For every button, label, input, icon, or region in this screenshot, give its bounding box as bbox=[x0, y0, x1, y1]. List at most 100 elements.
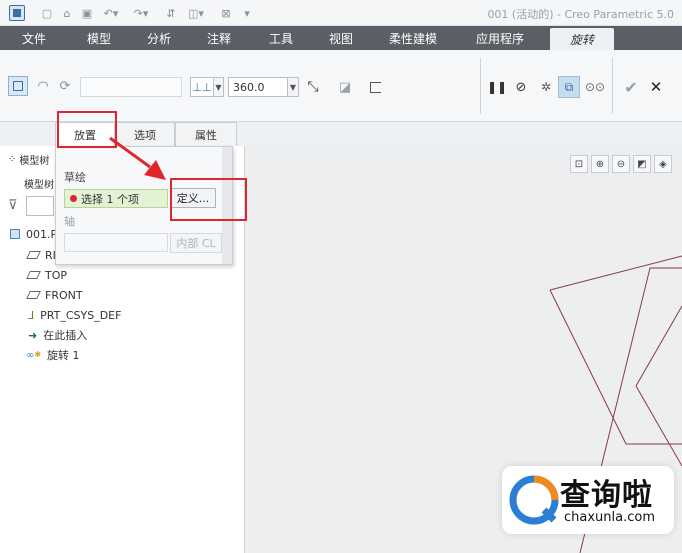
zoom-out-icon[interactable]: ⊖ bbox=[612, 155, 630, 173]
zoom-in-icon[interactable]: ⊕ bbox=[591, 155, 609, 173]
customize-toolbar-icon[interactable]: ▾ bbox=[240, 4, 254, 22]
no-preview-button[interactable]: ⊘ bbox=[512, 77, 530, 97]
separator bbox=[612, 58, 613, 114]
display-style-icon[interactable]: ◈ bbox=[654, 155, 672, 173]
tree-item-label: TOP bbox=[45, 268, 68, 282]
glasses-button[interactable]: ⊙⊙ bbox=[584, 77, 606, 97]
tab-revolve[interactable]: 旋转 bbox=[550, 28, 614, 50]
watermark-logo-icon bbox=[509, 475, 559, 525]
axis-rotate-icon: ⟳ bbox=[59, 78, 71, 94]
sketch-line bbox=[635, 305, 682, 467]
angle-input[interactable]: 360.0 bbox=[228, 77, 288, 97]
tree-item-csys[interactable]: ⅃ PRT_CSYS_DEF bbox=[28, 307, 121, 323]
tab-applications[interactable]: 应用程序 bbox=[456, 26, 544, 50]
angle-type-button[interactable]: ⊥⊥ bbox=[190, 77, 214, 97]
flip-direction-icon: ⤡ bbox=[307, 79, 319, 95]
tab-analysis[interactable]: 分析 bbox=[130, 26, 188, 50]
revolve-feature-icon: ∞✱ bbox=[26, 349, 42, 361]
regenerate-icon[interactable]: ⇵ bbox=[162, 4, 180, 22]
tab-properties[interactable]: 属性 bbox=[175, 122, 237, 146]
tab-model[interactable]: 模型 bbox=[68, 26, 130, 50]
required-dot-icon bbox=[70, 195, 77, 202]
separator bbox=[480, 58, 481, 114]
checkmark-icon: ✔ bbox=[624, 77, 638, 97]
glasses-icon: ⊙⊙ bbox=[584, 80, 606, 94]
watermark: 查询啦 chaxunla.com bbox=[502, 466, 674, 534]
no-preview-icon: ⊘ bbox=[515, 79, 527, 95]
solid-button[interactable] bbox=[8, 76, 28, 96]
datum-plane-icon bbox=[26, 271, 41, 279]
tree-item-front[interactable]: FRONT bbox=[26, 287, 83, 303]
axis-toggle-button[interactable]: ⟳ bbox=[56, 76, 74, 96]
tree-item-label: FRONT bbox=[45, 288, 83, 302]
axis-collector[interactable] bbox=[64, 233, 168, 252]
windows-icon[interactable]: ◫▾ bbox=[184, 4, 208, 22]
save-icon[interactable]: ▣ bbox=[78, 4, 96, 22]
pause-icon: ❚❚ bbox=[486, 80, 508, 94]
close-window-icon[interactable]: ⊠ bbox=[218, 4, 234, 22]
tab-flexible-modeling[interactable]: 柔性建模 bbox=[370, 26, 456, 50]
chevron-down-icon: ▼ bbox=[215, 82, 222, 92]
surface-button[interactable]: ◠ bbox=[34, 76, 52, 96]
surface-icon: ◠ bbox=[37, 78, 49, 94]
preview-button[interactable]: ⧉ bbox=[558, 76, 580, 98]
view-toolbar: ⊡ ⊕ ⊖ ◩ ◈ bbox=[568, 153, 682, 175]
tree-item-label: 旋转 1 bbox=[47, 349, 80, 362]
insert-arrow-icon: ➜ bbox=[28, 328, 38, 342]
datum-plane-icon bbox=[26, 291, 41, 299]
coordinate-system-icon: ⅃ bbox=[28, 308, 35, 322]
close-icon: ✕ bbox=[649, 78, 663, 96]
title-bar: ▢ ⌂ ▣ ↶▾ ↷▾ ⇵ ◫▾ ⊠ ▾ 001 (活动的) - Creo Pa… bbox=[0, 0, 682, 26]
remove-material-button[interactable]: ◪ bbox=[334, 76, 356, 98]
tree-search-input[interactable] bbox=[26, 196, 54, 216]
filter-icon[interactable]: ⊽ bbox=[8, 198, 18, 213]
tab-options[interactable]: 选项 bbox=[115, 122, 175, 146]
tree-item-insert-here[interactable]: ➜ 在此插入 bbox=[28, 327, 87, 343]
datum-plane-icon bbox=[26, 251, 41, 259]
redo-icon[interactable]: ↷▾ bbox=[128, 4, 154, 22]
tree-item-label: 在此插入 bbox=[43, 329, 88, 342]
watermark-url: chaxunla.com bbox=[564, 510, 655, 525]
refit-icon[interactable]: ⊡ bbox=[570, 155, 588, 173]
tree-icon: ⁘ bbox=[8, 154, 17, 165]
sketch-collector-label: 选择 1 个项 bbox=[81, 192, 139, 206]
open-file-icon[interactable]: ⌂ bbox=[58, 4, 76, 22]
blind-depth-icon: ⊥⊥ bbox=[192, 80, 212, 94]
cancel-button[interactable]: ✕ bbox=[646, 76, 666, 98]
tab-tools[interactable]: 工具 bbox=[250, 26, 312, 50]
tree-item-label: PRT_CSYS_DEF bbox=[40, 308, 122, 322]
part-icon bbox=[10, 229, 20, 239]
axis-collector-field[interactable] bbox=[80, 77, 182, 97]
sketch-line bbox=[549, 255, 682, 291]
sketch-section-label: 草绘 bbox=[64, 171, 86, 184]
tab-file[interactable]: 文件 bbox=[0, 26, 68, 50]
verify-button[interactable]: ✲ bbox=[536, 77, 556, 97]
verify-icon: ✲ bbox=[540, 80, 552, 94]
sketch-line bbox=[549, 289, 682, 445]
watermark-brand: 查询啦 bbox=[560, 478, 653, 513]
model-tree-sub-label: 模型树 bbox=[24, 180, 54, 191]
tab-annotate[interactable]: 注释 bbox=[188, 26, 250, 50]
angle-dropdown[interactable]: ▼ bbox=[288, 77, 299, 97]
tree-item-top[interactable]: TOP bbox=[26, 267, 68, 283]
confirm-button[interactable]: ✔ bbox=[620, 76, 642, 98]
remove-material-icon: ◪ bbox=[338, 79, 352, 95]
chevron-down-icon: ▼ bbox=[289, 82, 297, 92]
app-icon[interactable] bbox=[8, 4, 26, 22]
model-tree-header[interactable]: ⁘ 模型树 bbox=[8, 152, 49, 167]
annotation-highlight-placement-tab bbox=[57, 111, 117, 148]
new-file-icon[interactable]: ▢ bbox=[38, 4, 56, 22]
window-title: 001 (活动的) - Creo Parametric 5.0 bbox=[487, 8, 674, 21]
internal-cl-button[interactable]: 内部 CL bbox=[170, 233, 222, 253]
repaint-icon[interactable]: ◩ bbox=[633, 155, 651, 173]
tab-view[interactable]: 视图 bbox=[312, 26, 370, 50]
angle-type-dropdown[interactable]: ▼ bbox=[214, 77, 224, 97]
tree-item-revolve[interactable]: ∞✱ 旋转 1 bbox=[26, 347, 80, 363]
undo-icon[interactable]: ↶▾ bbox=[98, 4, 124, 22]
sketch-collector[interactable]: 选择 1 个项 bbox=[64, 189, 168, 208]
pause-button[interactable]: ❚❚ bbox=[486, 77, 508, 97]
flip-direction-button[interactable]: ⤡ bbox=[302, 76, 324, 98]
axis-section-label: 轴 bbox=[64, 215, 75, 228]
model-tree-header-label: 模型树 bbox=[19, 156, 50, 167]
thicken-button[interactable] bbox=[364, 76, 386, 98]
